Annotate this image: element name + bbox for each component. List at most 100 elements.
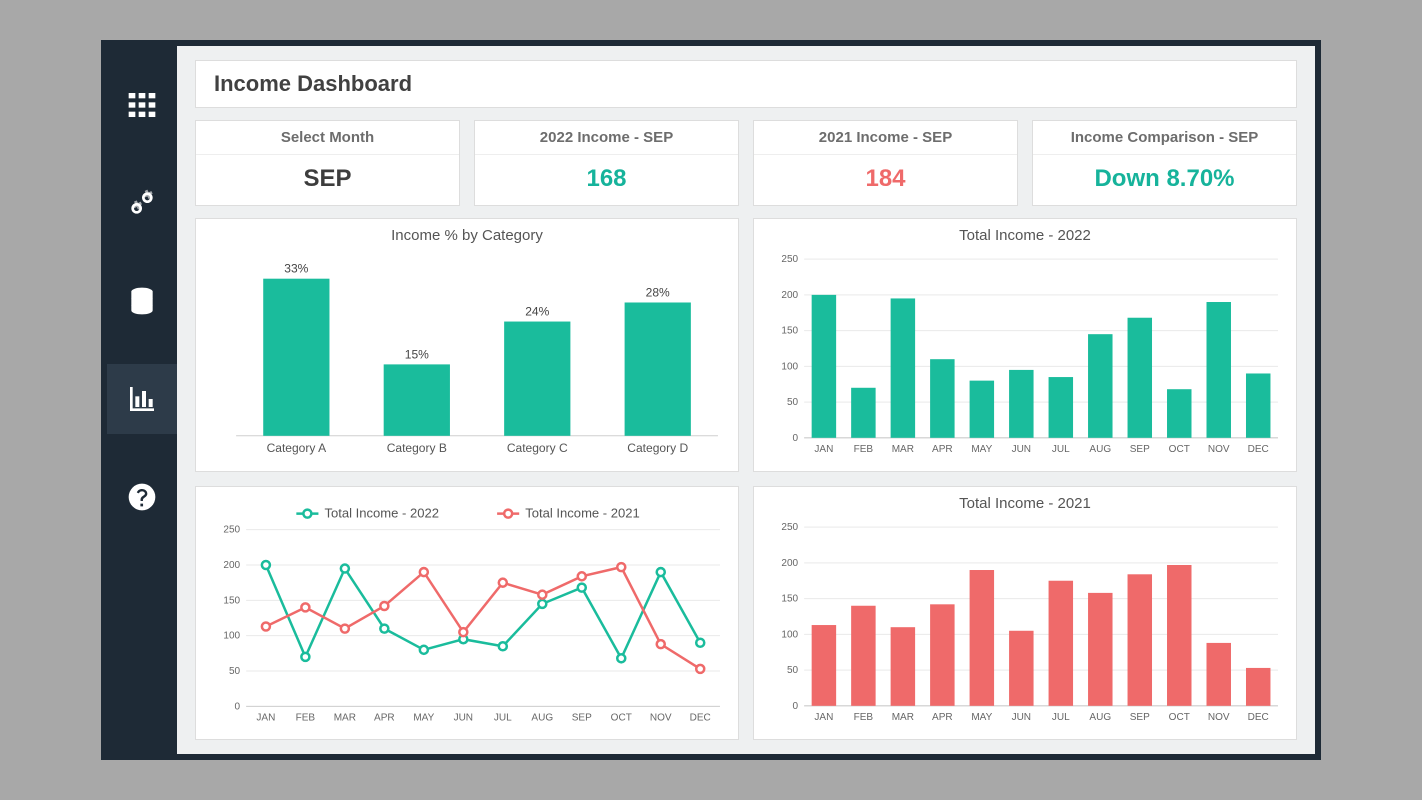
- svg-text:FEB: FEB: [296, 712, 316, 723]
- kpi-income-2021: 2021 Income - SEP 184: [753, 120, 1018, 206]
- svg-text:JUN: JUN: [454, 712, 473, 723]
- svg-text:Category C: Category C: [507, 441, 568, 455]
- chart-total-2021: Total Income - 2021 0 50 100 150 200 250 JAN FE…: [753, 486, 1297, 740]
- svg-text:250: 250: [223, 525, 240, 536]
- sidebar: [107, 46, 177, 754]
- chart-svg-2021: 0 50 100 150 200 250 JAN FEB MAR APR MAY JUN JUL AUG S…: [764, 514, 1286, 735]
- svg-text:15%: 15%: [405, 347, 429, 361]
- kpi-header: 2021 Income - SEP: [754, 121, 1017, 155]
- svg-text:0: 0: [793, 701, 799, 712]
- svg-text:150: 150: [781, 594, 798, 605]
- database-icon: [126, 285, 158, 317]
- kpi-value: Down 8.70%: [1094, 155, 1234, 205]
- svg-text:Category D: Category D: [627, 441, 688, 455]
- kpi-header: 2022 Income - SEP: [475, 121, 738, 155]
- svg-text:SEP: SEP: [1130, 444, 1150, 455]
- chart-svg-2022: 0 50 100 150 200 250 JAN FEB MAR APR MAY JUN JUL AUG S…: [764, 246, 1286, 467]
- svg-text:OCT: OCT: [1169, 444, 1190, 455]
- svg-text:150: 150: [781, 326, 798, 337]
- svg-text:JUL: JUL: [1052, 444, 1070, 455]
- svg-text:OCT: OCT: [1169, 712, 1190, 723]
- svg-text:250: 250: [781, 254, 798, 265]
- kpi-value: 184: [865, 155, 905, 205]
- svg-text:APR: APR: [932, 712, 953, 723]
- svg-text:0: 0: [793, 433, 799, 444]
- svg-text:200: 200: [781, 290, 798, 301]
- svg-text:NOV: NOV: [1208, 712, 1230, 723]
- svg-text:SEP: SEP: [572, 712, 592, 723]
- svg-text:28%: 28%: [646, 285, 670, 299]
- svg-text:50: 50: [787, 665, 799, 676]
- svg-text:0: 0: [235, 701, 241, 712]
- svg-text:MAY: MAY: [413, 712, 434, 723]
- svg-text:100: 100: [223, 631, 240, 642]
- kpi-header: Select Month: [196, 121, 459, 155]
- kpi-header: Income Comparison - SEP: [1033, 121, 1296, 155]
- grid-icon: [126, 89, 158, 121]
- svg-text:FEB: FEB: [854, 712, 874, 723]
- svg-text:DEC: DEC: [1248, 444, 1269, 455]
- kpi-income-2022: 2022 Income - SEP 168: [474, 120, 739, 206]
- svg-text:AUG: AUG: [1089, 712, 1111, 723]
- nav-settings[interactable]: [107, 168, 177, 238]
- chart-svg-category: 33%Category A15%Category B24%Category C2…: [206, 246, 728, 467]
- svg-text:JUL: JUL: [1052, 712, 1070, 723]
- kpi-select-month[interactable]: Select Month SEP: [195, 120, 460, 206]
- nav-help[interactable]: [107, 462, 177, 532]
- svg-text:APR: APR: [374, 712, 395, 723]
- svg-text:MAY: MAY: [971, 712, 992, 723]
- chart-title: Total Income - 2022: [764, 227, 1286, 244]
- kpi-value: 168: [586, 155, 626, 205]
- chart-icon: [126, 383, 158, 415]
- svg-text:JUL: JUL: [494, 712, 512, 723]
- svg-text:FEB: FEB: [854, 444, 874, 455]
- svg-text:NOV: NOV: [1208, 444, 1230, 455]
- svg-text:SEP: SEP: [1130, 712, 1150, 723]
- kpi-row: Select Month SEP 2022 Income - SEP 168 2…: [195, 120, 1297, 206]
- svg-text:150: 150: [223, 595, 240, 606]
- chart-title: Income % by Category: [206, 227, 728, 244]
- svg-text:JAN: JAN: [814, 444, 833, 455]
- svg-text:250: 250: [781, 522, 798, 533]
- svg-text:Total Income - 2022: Total Income - 2022: [324, 506, 439, 521]
- nav-grid[interactable]: [107, 70, 177, 140]
- svg-text:100: 100: [781, 361, 798, 372]
- svg-text:APR: APR: [932, 444, 953, 455]
- svg-text:MAR: MAR: [892, 444, 914, 455]
- content-area: Income Dashboard Select Month SEP 2022 I…: [177, 46, 1315, 754]
- nav-charts[interactable]: [107, 364, 177, 434]
- svg-text:JUN: JUN: [1012, 444, 1031, 455]
- svg-text:24%: 24%: [525, 305, 549, 319]
- chart-total-2022: Total Income - 2022 0 50 100 150 200 250 JAN FE…: [753, 218, 1297, 472]
- svg-text:Category A: Category A: [267, 441, 327, 455]
- svg-text:MAR: MAR: [892, 712, 914, 723]
- svg-text:OCT: OCT: [611, 712, 632, 723]
- svg-text:DEC: DEC: [690, 712, 711, 723]
- svg-text:JAN: JAN: [814, 712, 833, 723]
- help-icon: [126, 481, 158, 513]
- page-title: Income Dashboard: [195, 60, 1297, 108]
- svg-text:JUN: JUN: [1012, 712, 1031, 723]
- chart-svg-line: Total Income - 2022 Total Income - 2021 0 5…: [206, 495, 728, 735]
- svg-text:Total Income - 2021: Total Income - 2021: [525, 506, 640, 521]
- svg-text:DEC: DEC: [1248, 712, 1269, 723]
- svg-text:50: 50: [229, 666, 241, 677]
- nav-database[interactable]: [107, 266, 177, 336]
- svg-text:AUG: AUG: [1089, 444, 1111, 455]
- chart-comparison-line: Total Income - 2022 Total Income - 2021 0 5…: [195, 486, 739, 740]
- svg-text:50: 50: [787, 397, 799, 408]
- chart-category-pct: Income % by Category 33% Category A 15% Cat…: [195, 218, 739, 472]
- svg-text:200: 200: [781, 558, 798, 569]
- kpi-value: SEP: [303, 155, 351, 205]
- svg-text:MAR: MAR: [334, 712, 356, 723]
- svg-text:JAN: JAN: [256, 712, 275, 723]
- svg-text:200: 200: [223, 560, 240, 571]
- gears-icon: [126, 187, 158, 219]
- svg-text:NOV: NOV: [650, 712, 672, 723]
- chart-title: Total Income - 2021: [764, 495, 1286, 512]
- svg-text:33%: 33%: [284, 262, 308, 276]
- svg-text:MAY: MAY: [971, 444, 992, 455]
- app-frame: Income Dashboard Select Month SEP 2022 I…: [101, 40, 1321, 760]
- svg-text:100: 100: [781, 629, 798, 640]
- chart-grid: Income % by Category 33% Category A 15% Cat…: [195, 218, 1297, 740]
